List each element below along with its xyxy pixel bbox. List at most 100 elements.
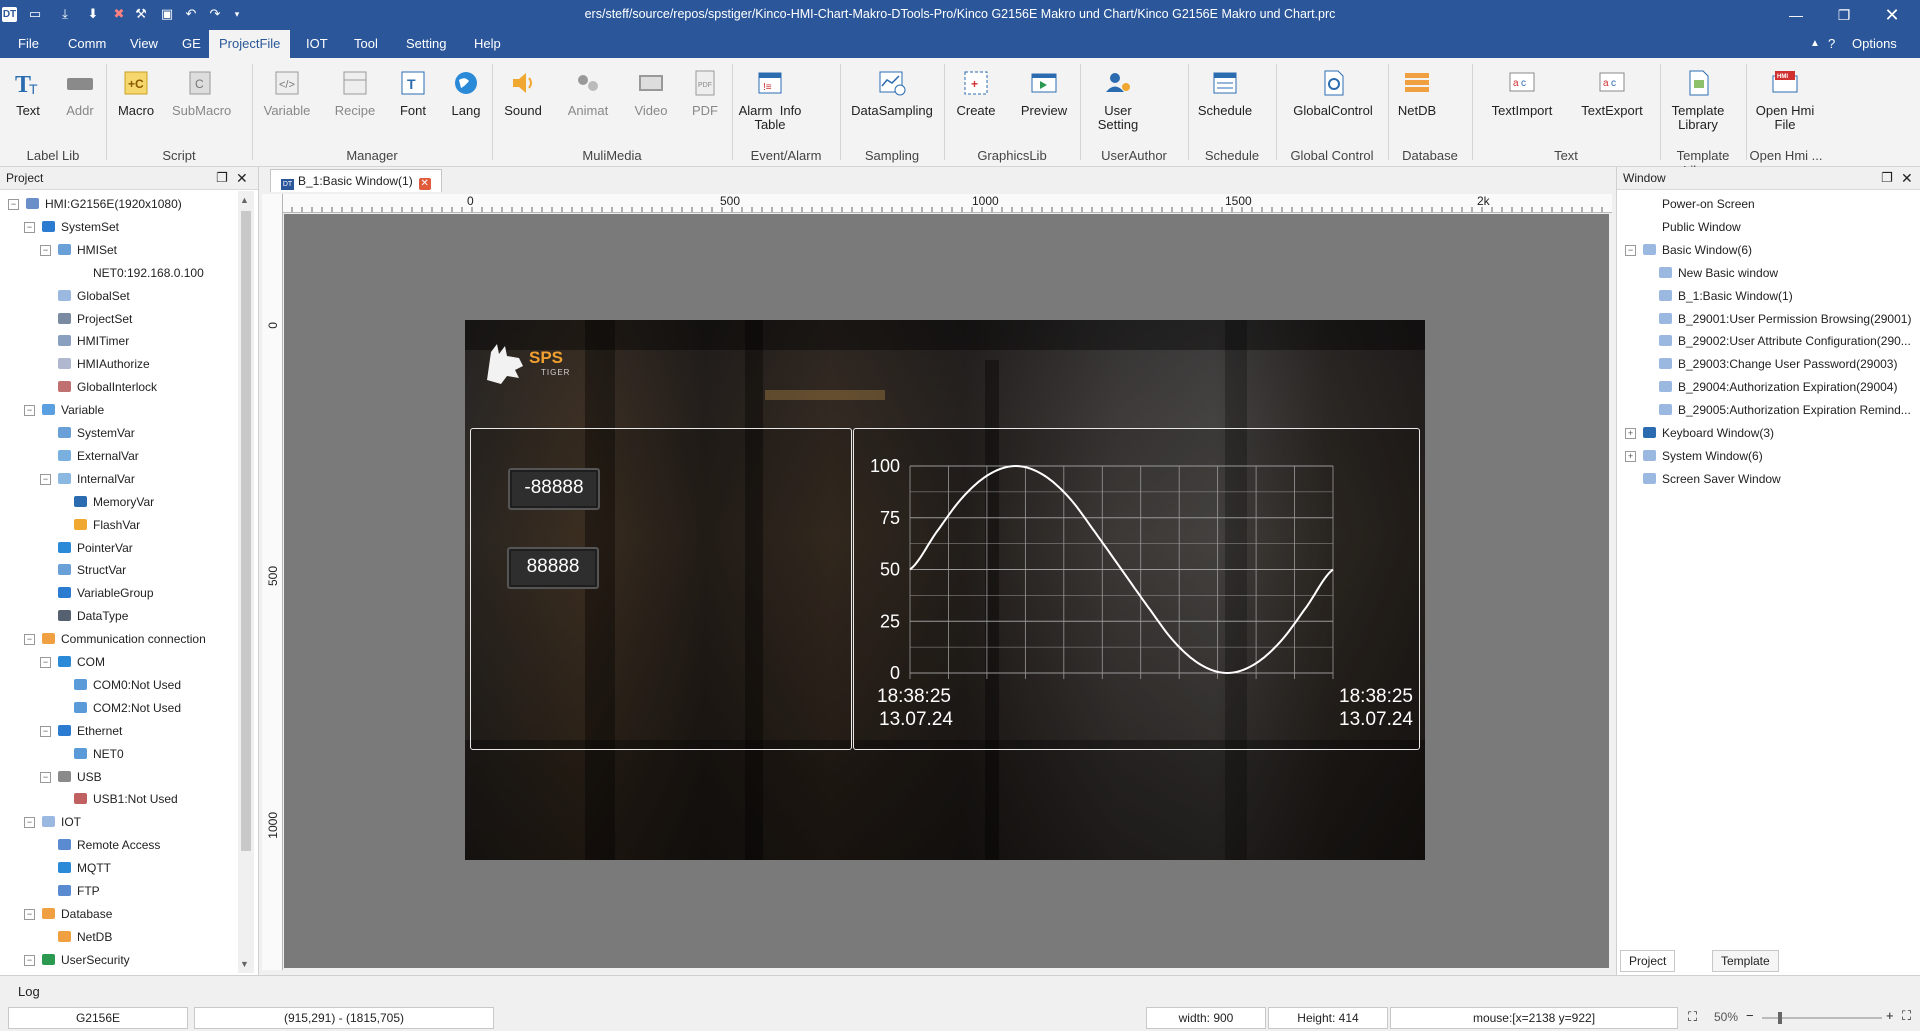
tree-item[interactable]: B_29001:User Permission Browsing(29001) — [1659, 308, 1911, 330]
tab-template-library[interactable]: Template Library — [1712, 950, 1779, 988]
menu-tool[interactable]: Tool — [344, 30, 388, 58]
tree-item[interactable]: PointerVar — [58, 537, 133, 559]
submacro-button[interactable]: C SubMacro — [172, 68, 231, 118]
recipe-button[interactable]: Recipe — [327, 68, 383, 118]
tree-item[interactable]: Variable — [42, 399, 104, 421]
tree-item[interactable]: ProjectSet — [58, 308, 132, 330]
tree-expander[interactable]: − — [1625, 244, 1636, 256]
tree-item[interactable]: UserSecurity — [42, 949, 130, 971]
macro-button[interactable]: +C Macro — [108, 68, 164, 118]
tree-item[interactable]: B_29003:Change User Password(29003) — [1659, 353, 1897, 375]
options-menu[interactable]: Options — [1842, 30, 1907, 58]
tree-item[interactable]: FTP — [58, 880, 100, 902]
text-button[interactable]: TT Text — [0, 68, 56, 118]
tree-item[interactable]: HMI:G2156E(1920x1080) — [26, 193, 182, 215]
open-hmi-file-button[interactable]: HMI Open Hmi File — [1750, 68, 1820, 132]
alarm-info-table-button[interactable]: !≡ Alarm Info Table — [730, 68, 810, 132]
sound-button[interactable]: Sound — [495, 68, 551, 118]
scroll-down-icon[interactable]: ▼ — [240, 959, 249, 969]
tree-item[interactable]: Communication connection — [42, 628, 206, 650]
template-library-button[interactable]: Template Library — [1664, 68, 1732, 132]
tree-item[interactable]: FlashVar — [74, 514, 140, 536]
menu-file[interactable]: File — [8, 30, 49, 58]
tree-item[interactable]: NetDB — [58, 926, 112, 948]
tree-item[interactable]: Remote Access — [58, 834, 160, 856]
tree-item[interactable]: HMIAuthorize — [58, 353, 150, 375]
tree-item[interactable]: MemoryVar — [74, 491, 154, 513]
tree-item[interactable]: B_29004:Authorization Expiration(29004) — [1659, 376, 1897, 398]
tree-item[interactable]: COM — [58, 651, 105, 673]
textexport-button[interactable]: ac TextExport — [1578, 68, 1646, 118]
menu-help[interactable]: Help — [464, 30, 511, 58]
tree-item[interactable]: GlobalSet — [58, 285, 130, 307]
menu-setting[interactable]: Setting — [396, 30, 456, 58]
tree-expander[interactable]: − — [40, 725, 51, 737]
zoom-out-icon[interactable]: − — [1746, 1008, 1754, 1023]
tree-item[interactable]: Screen Saver Window — [1643, 468, 1781, 490]
tree-item[interactable]: COM2:Not Used — [74, 697, 181, 719]
scrollbar-thumb[interactable] — [241, 211, 251, 851]
close-panel-icon[interactable]: ✕ — [1901, 167, 1913, 189]
hmi-screen[interactable]: SPS TIGER -88888 88888 0 25 50 75 100 18:38:… — [465, 320, 1425, 860]
fit-window-icon[interactable]: ⛶ — [1902, 1008, 1911, 1024]
tree-item[interactable]: Ethernet — [58, 720, 122, 742]
tree-expander[interactable]: − — [24, 221, 35, 233]
tree-expander[interactable]: − — [40, 473, 51, 485]
tree-item[interactable]: HMITimer — [58, 330, 129, 352]
lang-button[interactable]: Lang — [438, 68, 494, 118]
tree-item[interactable]: DataType — [58, 605, 128, 627]
minimize-button[interactable]: — — [1776, 4, 1816, 26]
tree-expander[interactable]: − — [24, 634, 35, 646]
textimport-button[interactable]: ac TextImport — [1488, 68, 1556, 118]
tree-expander[interactable]: − — [40, 657, 51, 668]
tree-item[interactable]: Public Window — [1643, 216, 1741, 238]
tree-item[interactable]: IOT — [42, 811, 81, 833]
tree-item[interactable]: SystemSet — [42, 216, 119, 238]
tree-item[interactable]: USB — [58, 766, 102, 788]
tree-expander[interactable]: − — [40, 244, 51, 256]
tree-expander[interactable]: − — [24, 954, 35, 966]
tree-item[interactable]: Keyboard Window(3) — [1643, 422, 1774, 444]
tab-basic-window-1[interactable]: DT B_1:Basic Window(1) ✕ — [270, 169, 442, 192]
tree-item[interactable]: Database — [42, 903, 112, 925]
tree-item[interactable]: System Window(6) — [1643, 445, 1763, 467]
tree-expander[interactable]: − — [40, 771, 51, 783]
project-tree-scrollbar[interactable]: ▲ ▼ — [238, 191, 254, 973]
tree-expander[interactable]: − — [24, 908, 35, 920]
close-tab-icon[interactable]: ✕ — [418, 178, 431, 190]
close-button[interactable]: ✕ — [1872, 4, 1912, 26]
tree-expander[interactable]: − — [24, 405, 35, 417]
schedule-button[interactable]: Schedule — [1192, 68, 1258, 118]
tree-item[interactable]: GlobalInterlock — [58, 376, 157, 398]
netdb-button[interactable]: NetDB — [1390, 68, 1444, 118]
video-button[interactable]: Video — [623, 68, 679, 118]
restore-button[interactable]: ❐ — [1824, 4, 1864, 26]
menu-ge[interactable]: GE — [172, 30, 211, 58]
tree-item[interactable]: SystemVar — [58, 422, 135, 444]
tree-item[interactable]: VariableGroup — [58, 582, 154, 604]
tree-item[interactable]: Power-on Screen — [1643, 193, 1755, 215]
datasampling-button[interactable]: DataSampling — [850, 68, 934, 118]
float-panel-icon[interactable]: ❐ — [216, 167, 228, 189]
menu-projectfile[interactable]: ProjectFile — [209, 30, 291, 58]
animat-button[interactable]: Animat — [560, 68, 616, 118]
tree-item[interactable]: COM0:Not Used — [74, 674, 181, 696]
menu-view[interactable]: View — [120, 30, 168, 58]
menu-iot[interactable]: IOT — [296, 30, 338, 58]
variable-button[interactable]: </> Variable — [259, 68, 315, 118]
tree-item[interactable]: NET0:192.168.0.100 — [74, 262, 204, 284]
globalcontrol-button[interactable]: GlobalControl — [1288, 68, 1378, 118]
tree-expander[interactable]: + — [1625, 428, 1636, 439]
font-button[interactable]: T Font — [385, 68, 441, 118]
close-panel-icon[interactable]: ✕ — [236, 167, 248, 189]
tree-item[interactable]: B_1:Basic Window(1) — [1659, 285, 1793, 307]
fit-screen-icon[interactable]: ⛶ — [1688, 1009, 1697, 1025]
tree-expander[interactable]: − — [24, 817, 35, 829]
menu-comm[interactable]: Comm — [58, 30, 116, 58]
zoom-slider[interactable] — [1762, 1012, 1882, 1024]
tree-item[interactable]: MQTT — [58, 857, 111, 879]
tree-item[interactable]: B_29002:User Attribute Configuration(290… — [1659, 330, 1911, 352]
preview-button[interactable]: Preview — [1016, 68, 1072, 118]
pdf-button[interactable]: PDF PDF — [677, 68, 733, 118]
numeric-display-positive[interactable]: 88888 — [507, 547, 599, 589]
